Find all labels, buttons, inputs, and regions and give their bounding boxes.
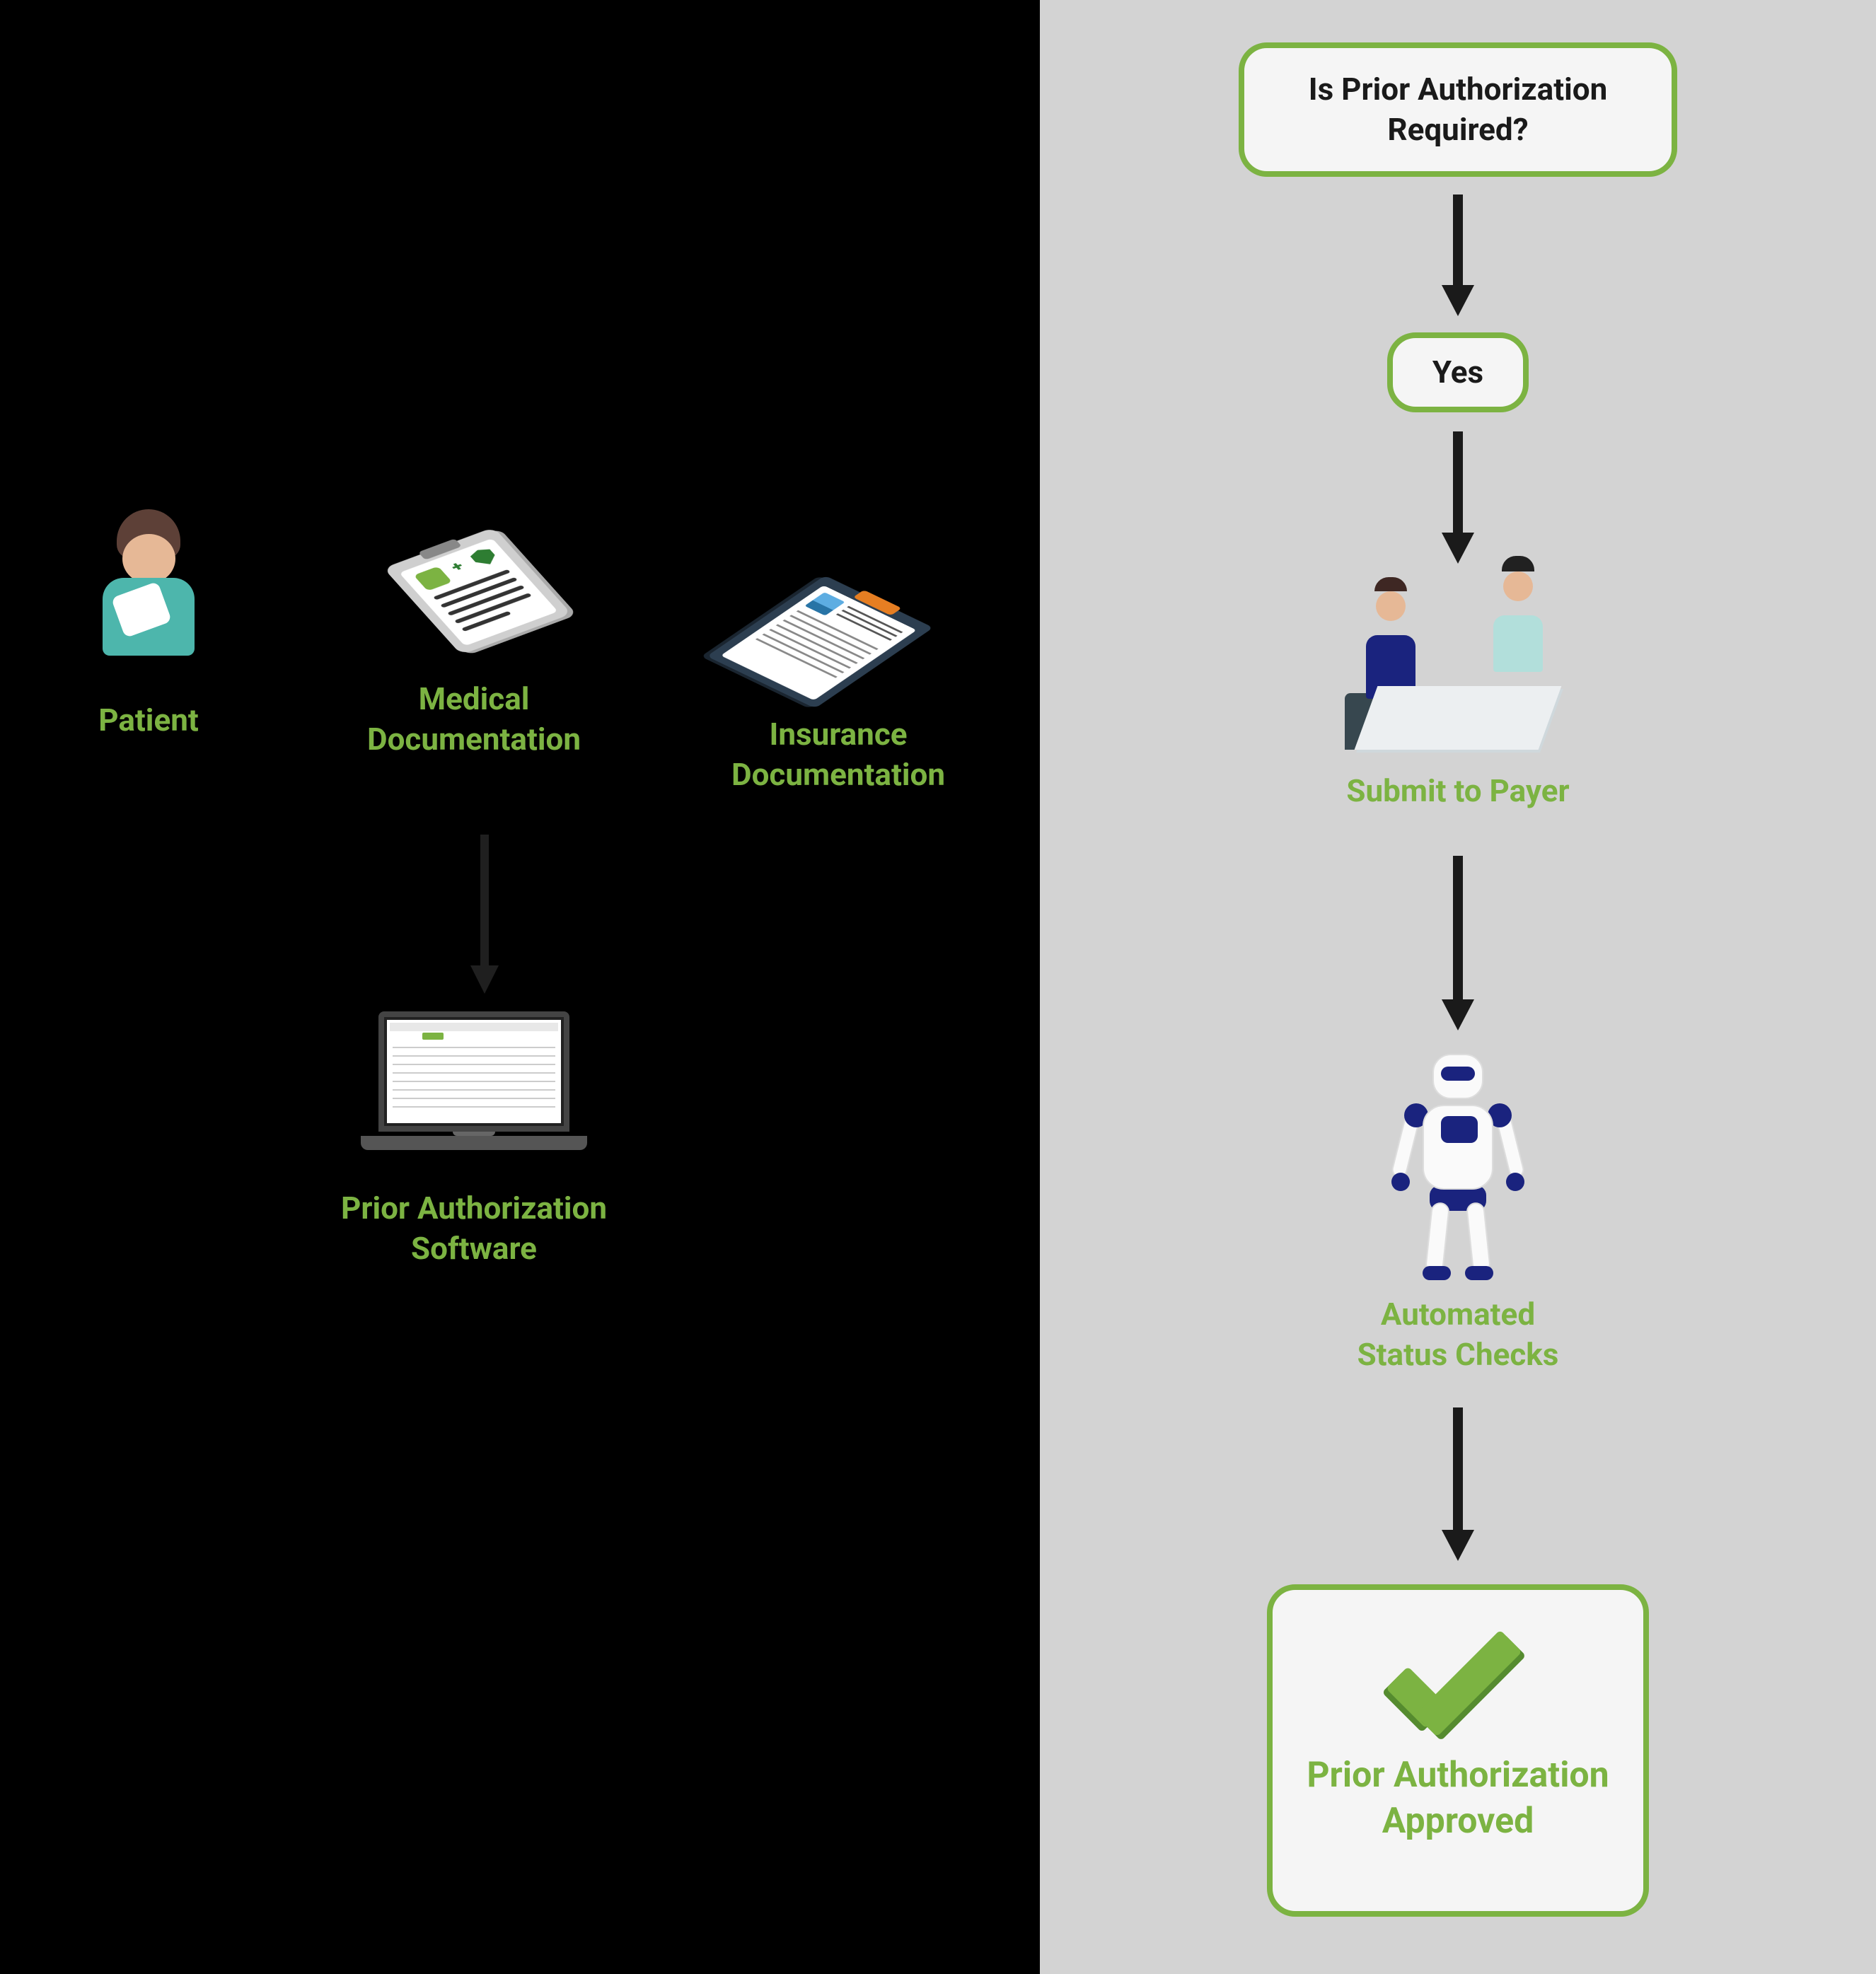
yes-box: Yes	[1387, 332, 1529, 412]
clipboard-insurance-icon	[722, 565, 955, 694]
left-panel: Patient + MedicalDocumentation	[0, 0, 1040, 1974]
submit-to-payer-node: Submit to Payer	[1281, 587, 1635, 811]
laptop-icon	[361, 1011, 587, 1167]
approved-box: Prior AuthorizationApproved	[1267, 1584, 1649, 1917]
yes-label: Yes	[1414, 352, 1502, 393]
patient-icon	[88, 509, 209, 679]
medical-documentation-label: MedicalDocumentation	[325, 679, 623, 760]
arrow-down-icon	[1433, 195, 1483, 318]
patient-node: Patient	[50, 509, 248, 741]
robot-icon	[1394, 1054, 1522, 1273]
clipboard-medical-icon: +	[368, 521, 579, 652]
meeting-desk-icon	[1345, 587, 1571, 750]
insurance-documentation-node: InsuranceDocumentation	[686, 566, 990, 795]
arrow-down-icon	[1433, 1407, 1483, 1563]
software-node: Prior AuthorizationSoftware	[283, 1011, 665, 1269]
checkmark-icon	[1394, 1632, 1522, 1731]
arrow-down-icon	[1433, 431, 1483, 566]
question-label: Is Prior AuthorizationRequired?	[1280, 69, 1636, 150]
right-panel: Is Prior AuthorizationRequired? Yes Su	[1040, 0, 1876, 1974]
automated-status-checks-node: AutomatedStatus Checks	[1281, 1054, 1635, 1375]
question-box: Is Prior AuthorizationRequired?	[1239, 42, 1677, 177]
arrow-down-icon	[463, 835, 506, 997]
approved-label: Prior AuthorizationApproved	[1301, 1753, 1615, 1845]
insurance-documentation-label: InsuranceDocumentation	[686, 714, 990, 795]
software-label: Prior AuthorizationSoftware	[283, 1188, 665, 1269]
arrow-down-icon	[1433, 856, 1483, 1033]
automated-status-checks-label: AutomatedStatus Checks	[1281, 1294, 1635, 1375]
medical-documentation-node: + MedicalDocumentation	[325, 516, 623, 760]
submit-to-payer-label: Submit to Payer	[1281, 771, 1635, 811]
patient-label: Patient	[50, 700, 248, 741]
